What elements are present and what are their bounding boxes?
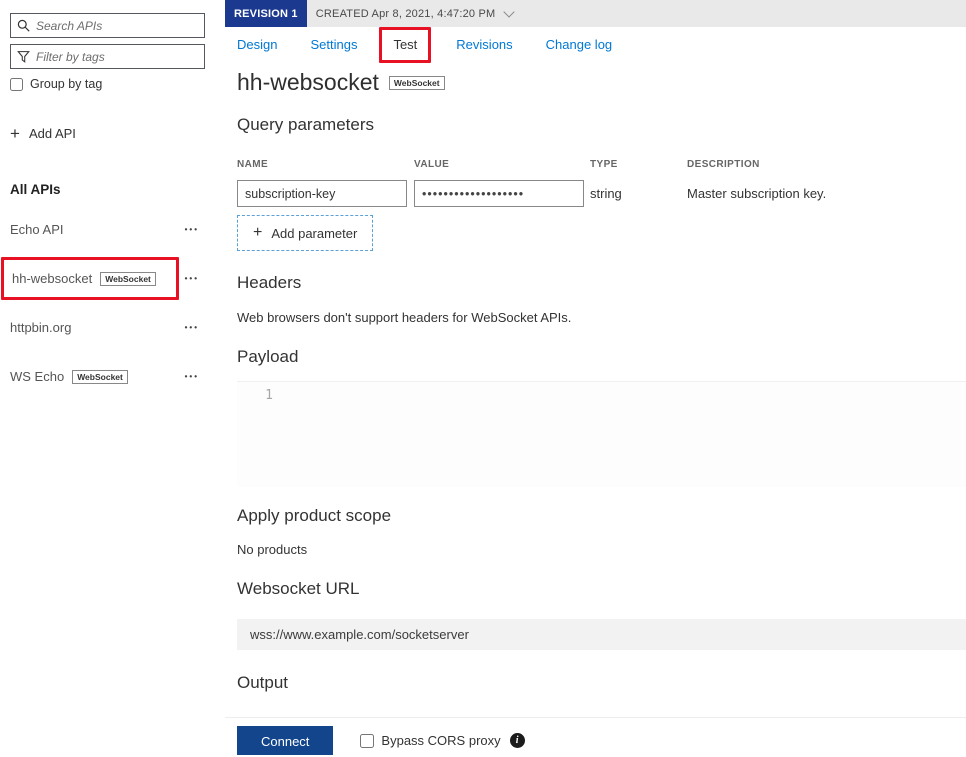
product-scope-value: No products [237, 542, 966, 557]
plus-icon: + [10, 125, 20, 142]
headers-heading: Headers [237, 273, 966, 292]
more-options-icon[interactable]: ••• [181, 221, 205, 238]
payload-code-editor[interactable]: 1 [237, 381, 966, 487]
query-parameter-row: string Master subscription key. [237, 180, 966, 207]
filter-icon [17, 50, 30, 63]
page-title: hh-websocket [237, 70, 379, 95]
api-list-item-echo-api[interactable]: Echo API ••• [10, 205, 205, 254]
connect-button[interactable]: Connect [237, 726, 333, 755]
add-parameter-label: Add parameter [271, 226, 357, 241]
tab-bar: Design Settings Test Revisions Change lo… [225, 27, 966, 62]
parameter-description: Master subscription key. [687, 186, 966, 201]
add-parameter-button[interactable]: + Add parameter [237, 215, 373, 251]
revision-bar: REVISION 1 CREATED Apr 8, 2021, 4:47:20 … [225, 0, 966, 27]
payload-heading: Payload [237, 347, 966, 366]
filter-tags-input[interactable] [36, 50, 198, 64]
websocket-url-field[interactable]: wss://www.example.com/socketserver [237, 619, 966, 650]
more-options-icon[interactable]: ••• [181, 319, 205, 336]
column-header-value: VALUE [414, 159, 590, 170]
annotation-highlight-box: hh-websocket WebSocket [1, 257, 179, 300]
websocket-badge: WebSocket [389, 76, 445, 90]
column-header-type: TYPE [590, 159, 687, 170]
query-parameters-table-header: NAME VALUE TYPE DESCRIPTION [237, 159, 966, 170]
tab-change-log[interactable]: Change log [546, 37, 613, 52]
console-footer: Connect Bypass CORS proxy i [225, 717, 966, 755]
product-scope-heading: Apply product scope [237, 506, 966, 525]
chevron-down-icon[interactable] [504, 6, 515, 17]
group-by-tag-checkbox[interactable] [10, 78, 23, 91]
websocket-badge: WebSocket [100, 272, 156, 286]
annotation-highlight-box: Test [379, 27, 431, 63]
test-console: hh-websocket WebSocket Query parameters … [225, 70, 966, 755]
bypass-cors-row[interactable]: Bypass CORS proxy [360, 733, 500, 748]
revision-badge: REVISION 1 [225, 0, 307, 27]
tab-revisions[interactable]: Revisions [456, 37, 512, 52]
group-by-tag-row[interactable]: Group by tag [10, 77, 205, 91]
add-api-button[interactable]: + Add API [10, 125, 205, 142]
filter-tags-box[interactable] [10, 44, 205, 69]
api-list-item-httpbin[interactable]: httpbin.org ••• [10, 303, 205, 352]
websocket-badge: WebSocket [72, 370, 128, 384]
parameter-value-input[interactable] [414, 180, 584, 207]
more-options-icon[interactable]: ••• [181, 270, 205, 287]
info-icon[interactable]: i [510, 733, 525, 748]
plus-icon: + [253, 225, 262, 241]
tab-settings[interactable]: Settings [310, 37, 357, 52]
api-item-label[interactable]: httpbin.org [10, 320, 71, 335]
all-apis-heading: All APIs [10, 182, 205, 197]
column-header-name: NAME [237, 159, 414, 170]
api-list-item-hh-websocket[interactable]: hh-websocket WebSocket ••• [10, 254, 205, 303]
search-icon [17, 19, 30, 32]
parameter-type: string [590, 186, 687, 201]
group-by-tag-label: Group by tag [30, 77, 102, 91]
editor-text-area[interactable] [287, 382, 966, 487]
more-options-icon[interactable]: ••• [181, 368, 205, 385]
parameter-name-input[interactable] [237, 180, 407, 207]
add-api-label: Add API [29, 126, 76, 141]
column-header-description: DESCRIPTION [687, 159, 966, 170]
main-panel: REVISION 1 CREATED Apr 8, 2021, 4:47:20 … [225, 0, 966, 757]
query-parameters-heading: Query parameters [237, 115, 966, 134]
api-list-item-ws-echo[interactable]: WS Echo WebSocket ••• [10, 352, 205, 401]
bypass-cors-label: Bypass CORS proxy [381, 733, 500, 748]
api-list: Echo API ••• hh-websocket WebSocket ••• … [10, 205, 205, 401]
websocket-url-heading: Websocket URL [237, 579, 966, 598]
tab-test[interactable]: Test [393, 37, 417, 52]
api-item-label[interactable]: WS Echo [10, 369, 64, 384]
editor-line-number: 1 [237, 382, 287, 487]
created-timestamp: CREATED Apr 8, 2021, 4:47:20 PM [316, 8, 496, 20]
output-heading: Output [237, 673, 966, 692]
api-item-label[interactable]: hh-websocket [12, 271, 92, 286]
api-item-label[interactable]: Echo API [10, 222, 63, 237]
tab-design[interactable]: Design [237, 37, 277, 52]
bypass-cors-checkbox[interactable] [360, 734, 374, 748]
search-apis-box[interactable] [10, 13, 205, 38]
search-apis-input[interactable] [36, 19, 198, 33]
headers-note: Web browsers don't support headers for W… [237, 310, 966, 325]
api-sidebar: Group by tag + Add API All APIs Echo API… [0, 0, 225, 757]
